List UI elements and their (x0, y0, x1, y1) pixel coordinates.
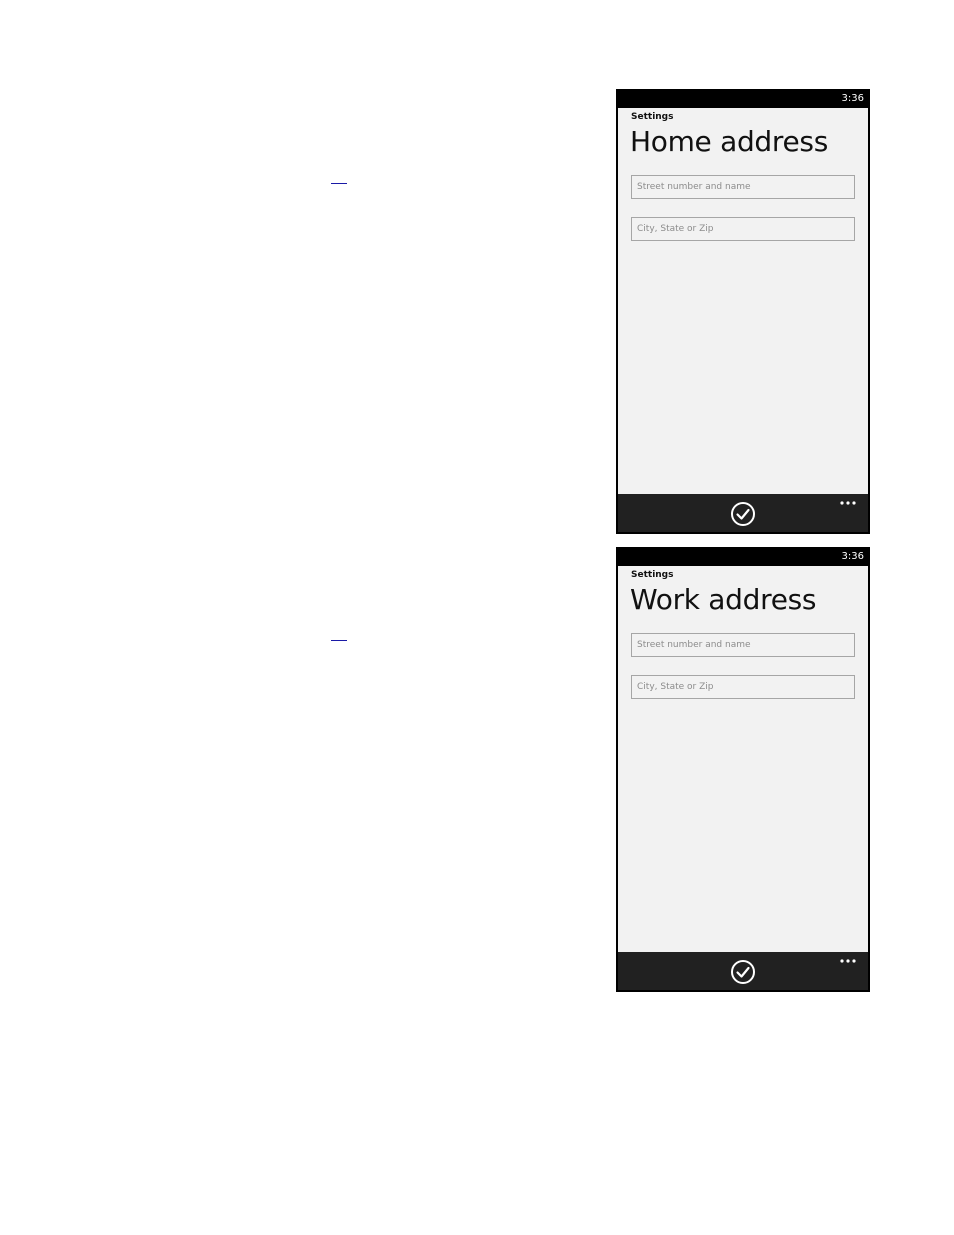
check-circle-icon (731, 960, 755, 984)
app-label: Settings (631, 570, 674, 580)
phone-screenshot-home-address: 3:36 Settings Home address (616, 89, 870, 534)
city-state-zip-input[interactable] (631, 217, 855, 241)
confirm-button[interactable] (730, 501, 756, 527)
app-label: Settings (631, 112, 674, 122)
screen: 3:36 Settings Work address (618, 549, 868, 990)
app-bar (618, 952, 868, 990)
check-circle-icon (731, 502, 755, 526)
street-input[interactable] (631, 633, 855, 657)
app-bar (618, 494, 868, 532)
page-title: Home address (630, 125, 828, 158)
ellipsis-icon (840, 959, 856, 963)
phone-screenshot-work-address: 3:36 Settings Work address (616, 547, 870, 992)
more-options-button[interactable] (838, 498, 858, 508)
ellipsis-icon (840, 501, 856, 505)
screen: 3:36 Settings Home address (618, 91, 868, 532)
more-options-button[interactable] (838, 956, 858, 966)
status-bar: 3:36 (618, 549, 868, 566)
status-time: 3:36 (841, 551, 864, 562)
status-bar: 3:36 (618, 91, 868, 108)
footnote-link-home[interactable] (331, 183, 347, 184)
page-title: Work address (630, 583, 817, 616)
street-input[interactable] (631, 175, 855, 199)
status-time: 3:36 (841, 93, 864, 104)
city-state-zip-input[interactable] (631, 675, 855, 699)
confirm-button[interactable] (730, 959, 756, 985)
footnote-link-work[interactable] (331, 640, 347, 641)
